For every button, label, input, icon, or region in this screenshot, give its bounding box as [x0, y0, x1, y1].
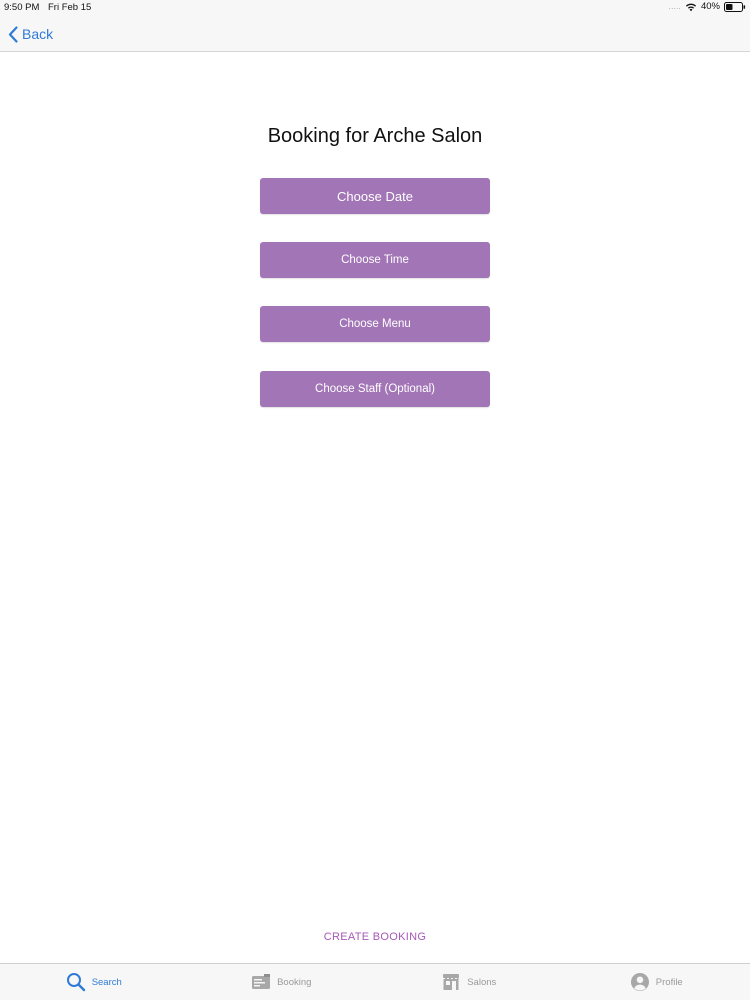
choose-date-button[interactable]: Choose Date: [260, 178, 490, 214]
booking-icon: [252, 974, 271, 989]
status-indicators: ..... 40%: [669, 1, 746, 12]
tab-salons-label: Salons: [467, 976, 497, 988]
profile-icon: [630, 973, 649, 991]
booking-screen: 9:50 PM Fri Feb 15 ..... 40% Back Bookin…: [0, 0, 750, 1000]
tab-profile-label: Profile: [655, 976, 683, 988]
tab-profile[interactable]: Profile: [563, 964, 750, 1000]
tab-booking[interactable]: Booking: [188, 964, 376, 1000]
signal-indicator: .....: [668, 3, 681, 11]
tab-salons[interactable]: Salons: [375, 964, 563, 1000]
page-title: Booking for Arche Salon: [267, 125, 483, 147]
tab-search[interactable]: Search: [0, 964, 188, 1000]
tab-bar: Search Booking Salons Profile: [0, 963, 750, 1000]
choose-time-button[interactable]: Choose Time: [260, 242, 490, 278]
choose-menu-button[interactable]: Choose Menu: [260, 306, 490, 342]
chevron-left-icon: [8, 25, 18, 43]
wifi-icon: [685, 3, 697, 11]
choose-staff-button[interactable]: Choose Staff (Optional): [260, 371, 490, 407]
search-icon: [66, 973, 85, 992]
battery-icon: [724, 1, 746, 12]
tab-booking-label: Booking: [277, 976, 312, 988]
salons-icon: [443, 974, 460, 990]
create-booking-button[interactable]: CREATE BOOKING: [0, 931, 750, 943]
status-date: Fri Feb 15: [48, 2, 92, 13]
back-label: Back: [22, 26, 54, 42]
back-button[interactable]: Back: [8, 24, 53, 44]
battery-percent: 40%: [700, 1, 720, 12]
navigation-bar: Back: [0, 16, 750, 52]
status-time: 9:50 PM: [4, 2, 40, 13]
status-bar: 9:50 PM Fri Feb 15 ..... 40%: [0, 0, 750, 16]
tab-search-label: Search: [91, 976, 122, 988]
